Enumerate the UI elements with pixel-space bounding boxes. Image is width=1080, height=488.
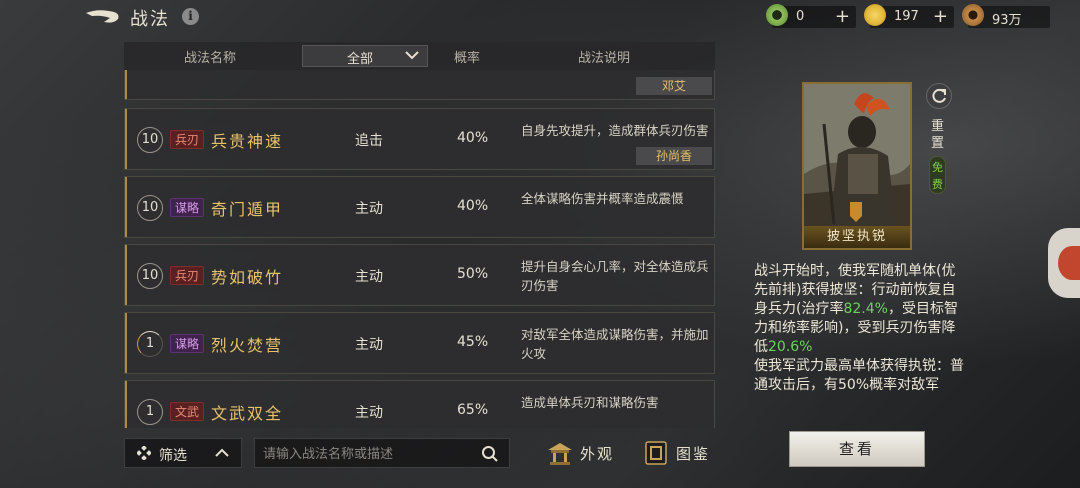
tactic-desc: 造成单体兵刃和谋略伤害 [521, 395, 659, 410]
tactic-desc: 提升自身会心几率，对全体造成兵刃伤害 [521, 259, 709, 293]
search-input[interactable] [263, 444, 473, 464]
info-icon[interactable]: i [182, 8, 199, 25]
category-dropdown[interactable]: 全部 [302, 45, 428, 67]
add-gold-button[interactable]: + [933, 6, 948, 27]
card-name: 披坚执锐 [804, 226, 910, 248]
currency-gold: 197 + [864, 4, 954, 28]
filter-button[interactable]: 筛选 [124, 438, 242, 468]
codex-button[interactable]: 图鉴 [642, 438, 722, 468]
currency-copper: 93万 [962, 4, 1050, 28]
appearance-button[interactable]: 外观 [546, 438, 626, 468]
appearance-label: 外观 [580, 445, 615, 463]
reset-button[interactable] [926, 83, 952, 109]
tactic-name: 兵贵神速 [211, 132, 284, 151]
list-item[interactable]: 10 谋略 奇门遁甲 主动 40% 全体谋略伤害并概率造成震慑 [124, 176, 715, 238]
codex-icon [645, 441, 667, 465]
category-tag: 谋略 [170, 334, 205, 353]
tactic-desc: 自身先攻提升，造成群体兵刃伤害 [521, 123, 709, 138]
damage-reduction-value: 20.6% [768, 339, 813, 355]
heal-rate-value: 82.4% [843, 301, 888, 317]
gold-coin-icon [864, 4, 886, 26]
category-tag: 兵刃 [170, 266, 205, 285]
tactic-rate: 45% [457, 334, 489, 350]
tactic-name: 文武双全 [211, 404, 284, 423]
currency-value: 0 [796, 9, 805, 24]
level-badge: 1 [137, 331, 163, 357]
category-tag: 文武 [170, 402, 205, 421]
search-icon[interactable] [481, 445, 499, 463]
tactic-detail-text: 战斗开始时，使我军随机单体(优先前排)获得披坚：行动前恢复自身兵力(治疗率82.… [754, 262, 964, 402]
top-bar: 战法 i 0 + 197 + 93万 [0, 0, 1080, 34]
chevron-down-icon [405, 51, 419, 60]
list-item[interactable]: 邓艾 [124, 70, 715, 100]
chevron-up-icon [215, 448, 229, 457]
column-name-header: 战法名称 [184, 51, 237, 66]
dropdown-value: 全部 [347, 52, 374, 67]
general-portrait-image [804, 84, 910, 226]
tactic-name: 烈火焚营 [211, 336, 284, 355]
reset-label: 重置 [931, 119, 945, 151]
tactic-rate: 65% [457, 402, 489, 418]
currency-value: 93万 [992, 13, 1022, 28]
list-item[interactable]: 1 谋略 烈火焚营 主动 45% 对敌军全体造成谋略伤害，并施加火攻 [124, 312, 715, 374]
tactic-type: 主动 [355, 269, 383, 285]
tactic-rate: 50% [457, 266, 489, 282]
level-badge: 10 [137, 127, 163, 153]
tactic-name: 奇门遁甲 [211, 200, 284, 219]
tactic-card[interactable]: 披坚执锐 [802, 82, 912, 250]
category-tag: 谋略 [170, 198, 205, 217]
list-item[interactable]: 10 兵刃 兵贵神速 追击 40% 自身先攻提升，造成群体兵刃伤害 孙尚香 [124, 108, 715, 170]
level-badge: 1 [137, 399, 163, 425]
filter-icon [137, 446, 151, 460]
copper-coin-icon [962, 4, 984, 26]
tactic-rate: 40% [457, 130, 489, 146]
back-arrow-icon [86, 10, 119, 23]
side-tab[interactable] [1048, 228, 1080, 298]
jade-coin-icon [766, 4, 788, 26]
list-item[interactable]: 10 兵刃 势如破竹 主动 50% 提升自身会心几率，对全体造成兵刃伤害 [124, 244, 715, 306]
add-jade-button[interactable]: + [835, 6, 850, 27]
tactic-type: 追击 [355, 133, 383, 149]
level-badge: 10 [137, 263, 163, 289]
list-item[interactable]: 1 文武 文武双全 主动 65% 造成单体兵刃和谋略伤害 [124, 380, 715, 428]
tactic-type: 主动 [355, 405, 383, 421]
refresh-icon [932, 88, 946, 103]
currency-jade: 0 + [766, 4, 856, 28]
tactic-rate: 40% [457, 198, 489, 214]
tactic-type: 主动 [355, 201, 383, 217]
column-desc-header: 战法说明 [578, 51, 631, 66]
tactic-name: 势如破竹 [211, 268, 284, 287]
pavilion-icon [548, 443, 572, 465]
owner-badge: 孙尚香 [636, 147, 712, 165]
search-box [254, 438, 510, 468]
tactic-list[interactable]: 邓艾 10 兵刃 兵贵神速 追击 40% 自身先攻提升，造成群体兵刃伤害 孙尚香… [124, 70, 715, 428]
table-header: 战法名称 全部 概率 战法说明 [124, 42, 715, 70]
tactic-type: 主动 [355, 337, 383, 353]
side-tab-icon [1058, 246, 1080, 280]
view-button[interactable]: 查看 [789, 431, 925, 467]
category-tag: 兵刃 [170, 130, 205, 149]
page-title: 战法 [130, 9, 170, 30]
codex-label: 图鉴 [676, 445, 711, 463]
level-badge: 10 [137, 195, 163, 221]
back-button[interactable] [84, 6, 124, 28]
tactic-desc: 全体谋略伤害并概率造成震慑 [521, 191, 684, 206]
detail-text: 使我军武力最高单体获得执锐：普通攻击后，有50%概率对敌军 [754, 358, 964, 393]
filter-label: 筛选 [159, 448, 187, 464]
column-rate-header: 概率 [454, 51, 481, 66]
free-badge: 免费 [929, 156, 946, 194]
currency-value: 197 [894, 9, 919, 24]
owner-badge: 邓艾 [636, 77, 712, 95]
tactic-desc: 对敌军全体造成谋略伤害，并施加火攻 [521, 327, 709, 361]
